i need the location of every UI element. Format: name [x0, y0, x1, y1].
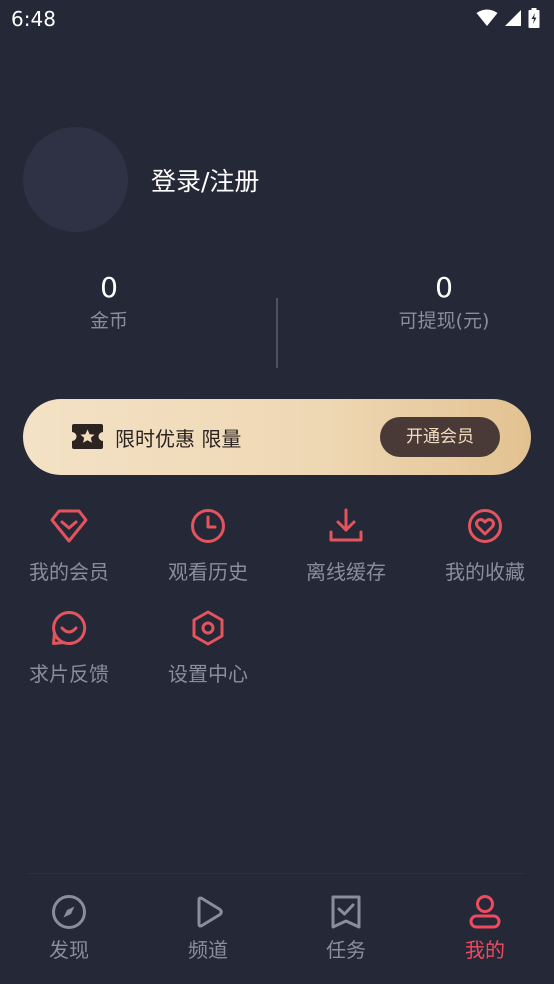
bottom-tab-bar: 发现 频道 任务 我的 [0, 874, 554, 984]
coins-label: 金币 [89, 310, 128, 332]
download-icon [329, 508, 363, 542]
menu-label: 我的收藏 [445, 560, 525, 584]
tab-label: 任务 [326, 938, 366, 962]
status-icons [476, 8, 540, 28]
withdrawable-stat[interactable]: 0 可提现(元) [344, 270, 544, 333]
compass-icon [52, 895, 86, 929]
tab-label: 发现 [49, 938, 89, 962]
login-register-link[interactable]: 登录/注册 [151, 162, 259, 198]
clock-icon [191, 509, 225, 543]
withdrawable-label: 可提现(元) [398, 310, 490, 332]
task-check-icon [331, 895, 361, 929]
tab-label: 我的 [465, 938, 505, 962]
stats-divider [276, 298, 278, 368]
menu-item-offline-cache[interactable]: 离线缓存 [286, 508, 406, 585]
menu-label: 观看历史 [168, 560, 248, 584]
play-icon [197, 896, 223, 928]
tab-discover[interactable]: 发现 [24, 894, 114, 963]
profile-header[interactable]: 登录/注册 [23, 127, 259, 232]
menu-label: 求片反馈 [29, 662, 109, 686]
menu-label: 我的会员 [29, 560, 109, 584]
menu-item-watch-history[interactable]: 观看历史 [148, 508, 268, 585]
tab-channel[interactable]: 频道 [163, 894, 253, 963]
settings-hexagon-icon [192, 610, 224, 646]
coins-stat[interactable]: 0 金币 [9, 270, 209, 333]
heart-icon [468, 509, 502, 543]
stats-section: 0 金币 0 可提现(元) [0, 270, 554, 380]
vip-banner[interactable]: 限时优惠 限量 开通会员 [23, 399, 531, 475]
open-vip-button[interactable]: 开通会员 [380, 417, 500, 457]
menu-label: 离线缓存 [306, 560, 386, 584]
withdrawable-value: 0 [435, 271, 453, 304]
status-time: 6:48 [11, 7, 56, 31]
tab-tasks[interactable]: 任务 [301, 894, 391, 963]
battery-icon [528, 8, 540, 28]
menu-item-my-favorites[interactable]: 我的收藏 [425, 508, 545, 585]
tab-mine[interactable]: 我的 [440, 894, 530, 963]
menu-item-request-feedback[interactable]: 求片反馈 [9, 610, 129, 687]
user-icon [469, 895, 501, 929]
smile-chat-icon [52, 610, 87, 645]
signal-icon [505, 10, 521, 26]
ticket-star-icon [72, 424, 103, 449]
menu-item-settings-center[interactable]: 设置中心 [148, 610, 268, 687]
avatar[interactable] [23, 127, 128, 232]
coins-value: 0 [100, 271, 118, 304]
menu-label: 设置中心 [168, 662, 248, 686]
wifi-icon [476, 9, 498, 26]
diamond-icon [50, 509, 88, 543]
menu-item-my-membership[interactable]: 我的会员 [9, 508, 129, 585]
status-bar: 6:48 [0, 0, 554, 38]
vip-promo-text: 限时优惠 限量 [115, 427, 242, 451]
tab-label: 频道 [188, 938, 228, 962]
